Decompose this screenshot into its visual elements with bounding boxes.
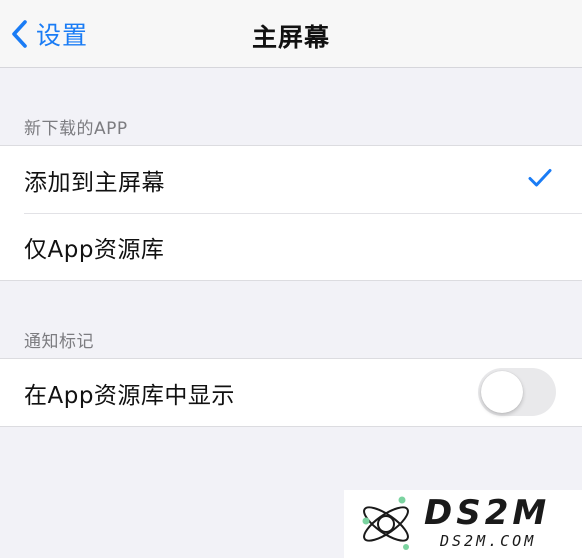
show-in-app-library-toggle[interactable] — [478, 368, 556, 416]
checkmark-icon — [528, 169, 552, 187]
watermark-url-text: DS2M.COM — [439, 532, 536, 550]
section-header-notification-badges: 通知标记 — [24, 332, 94, 352]
navigation-bar: 设置 主屏幕 — [0, 0, 582, 68]
option-label: 仅App资源库 — [24, 236, 165, 263]
watermark-logo: DS2M DS2M.COM — [344, 490, 582, 558]
watermark-logo-text: DS2M — [424, 493, 550, 533]
page-title: 主屏幕 — [251, 23, 330, 52]
show-in-app-library-row: 在App资源库中显示 — [0, 359, 582, 426]
new-downloads-group: 添加到主屏幕 仅App资源库 — [0, 145, 582, 281]
option-add-to-home-screen[interactable]: 添加到主屏幕 — [0, 146, 582, 213]
section-header-new-downloads: 新下载的APP — [24, 119, 128, 139]
option-app-library-only[interactable]: 仅App资源库 — [0, 213, 582, 280]
watermark-text: DS2M DS2M.COM — [424, 493, 550, 550]
option-label: 添加到主屏幕 — [24, 169, 165, 196]
atom-logo-icon — [362, 496, 409, 550]
toggle-label: 在App资源库中显示 — [24, 382, 235, 409]
toggle-knob — [481, 371, 523, 413]
notification-badges-group: 在App资源库中显示 — [0, 358, 582, 427]
